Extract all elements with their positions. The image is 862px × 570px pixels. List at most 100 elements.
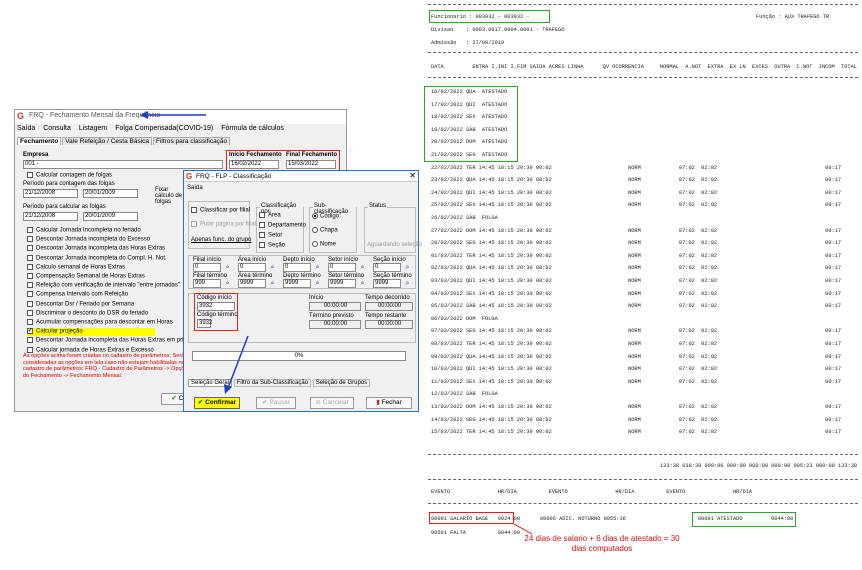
range-start-field[interactable]: 0	[328, 263, 356, 272]
classificacao-dialog: G FRQ - FLP - Classificação ✕ Saída Clas…	[183, 170, 422, 412]
status-group: Status Aguardando seleção	[364, 203, 422, 253]
tab-fechamento[interactable]: Fechamento	[17, 137, 62, 145]
divider	[428, 4, 858, 5]
setor-checkbox[interactable]: Setor	[259, 232, 282, 239]
option-checkbox[interactable]: Compensa Intervalo com Refeição	[27, 291, 128, 299]
binoculars-icon[interactable]: ⌕	[403, 263, 412, 272]
option-checkbox[interactable]: Descontar Jornada incompleta das Horas E…	[27, 337, 198, 345]
periodo-folgas-label: Período para contagem das folgas	[23, 181, 115, 187]
chapa-radio[interactable]: Chapa	[312, 227, 338, 234]
report-row: 11/03/2022 SEX 14:45 18:15 20:30 00:02 N…	[431, 378, 862, 385]
binoculars-icon[interactable]: ⌕	[268, 263, 277, 272]
report-row: 22/02/2022 TER 14:45 18:15 20:30 00:02 N…	[431, 164, 862, 171]
binoculars-icon[interactable]: ⌕	[313, 279, 322, 288]
report-row: 03/03/2022 QUI 14:45 18:15 20:30 00:02 N…	[431, 278, 862, 284]
option-checkbox[interactable]: ✔ Calcular projeção	[27, 328, 155, 337]
highlight-atestado-event	[692, 512, 796, 527]
calc-folgas-checkbox[interactable]: Calcular contagem de folgas	[27, 172, 112, 180]
funcao-line: Função : AUX TRAFEGO TR	[756, 14, 830, 20]
tab-strip: Fechamento Vale Refeição / Cesta Básica Fi…	[17, 137, 231, 147]
periodo-calc-to[interactable]: 20/01/2009	[83, 212, 138, 221]
dialog-title: FRQ - FLP - Classificação	[196, 173, 272, 180]
cancel-icon: ⊘	[315, 399, 321, 406]
divider	[428, 52, 858, 53]
secao-checkbox[interactable]: Seção	[259, 242, 285, 249]
periodo-folgas-from[interactable]: 21/12/2008	[23, 189, 78, 198]
option-checkbox[interactable]: Acumular compensações para descontar em …	[27, 319, 173, 327]
empresa-field[interactable]: 001 -	[23, 160, 223, 169]
divider	[428, 479, 858, 480]
tab-vale-refeicao[interactable]: Vale Refeição / Cesta Básica	[62, 137, 152, 145]
tempo-decorrido-value: 00:00:00	[365, 302, 413, 311]
tempo-restante-label: Tempo restante	[365, 313, 407, 319]
check-icon: ✔	[197, 399, 204, 406]
apenas-func-label: Apenas func. do grupo	[191, 237, 252, 243]
report-row: 25/02/2022 SEX 14:45 18:15 20:30 00:02 N…	[431, 202, 862, 209]
nome-radio[interactable]: Nome	[312, 241, 336, 248]
range-start-field[interactable]: 0	[373, 263, 401, 272]
filial-group: Classificar por filial Pular página por …	[188, 201, 256, 249]
binoculars-icon[interactable]: ⌕	[403, 279, 412, 288]
highlight-fechamento-dates	[226, 150, 340, 171]
binoculars-icon[interactable]: ⌕	[223, 279, 232, 288]
menu-item[interactable]: Listagem	[79, 125, 107, 132]
range-end-field[interactable]: 9999	[283, 279, 311, 288]
periodo-calc-from[interactable]: 21/12/2008	[23, 212, 78, 221]
range-end-field[interactable]: 999	[193, 279, 221, 288]
range-start-field[interactable]: 0	[193, 263, 221, 272]
close-icon[interactable]: ✕	[409, 171, 416, 180]
confirmar-button[interactable]: ✔ Confirmar	[194, 397, 240, 409]
binoculars-icon[interactable]: ⌕	[223, 263, 232, 272]
check-icon: ✔	[171, 395, 177, 402]
menu-item[interactable]: Folga Compensada(COVID-19)	[115, 125, 213, 132]
option-checkbox[interactable]: Refeição com verificação de intervalo "e…	[27, 282, 180, 290]
option-checkbox[interactable]: Calcular Jornada Incompleta no feriado	[27, 227, 141, 235]
pausar-button[interactable]: ✔ Pausar	[256, 397, 296, 409]
evento-adic-noturno: 00006 ADIC. NOTURNO 0055:36	[540, 516, 626, 522]
termino-previsto-label: Término previsto	[309, 313, 354, 319]
report-row: 14/03/2022 SEG 14:45 18:15 20:30 00:02 N…	[431, 416, 862, 423]
binoculars-icon[interactable]: ⌕	[313, 263, 322, 272]
option-checkbox[interactable]: Descontar Dsr / Feriado por Semana	[27, 300, 134, 309]
report-row: 09/03/2022 QUA 14:45 18:15 20:30 00:02 N…	[431, 353, 862, 360]
pular-pagina-checkbox[interactable]: Pular página por filial	[191, 221, 256, 228]
option-checkbox[interactable]: Discriminar o desconto do DSR do feriado	[27, 309, 148, 318]
menu-item[interactable]: Fórmula de cálculos	[221, 125, 284, 132]
range-start-field[interactable]: 0	[238, 263, 266, 272]
tab-filtros[interactable]: Filtros para classificação	[153, 137, 231, 145]
binoculars-icon[interactable]: ⌕	[268, 279, 277, 288]
range-end-field[interactable]: 9999	[238, 279, 266, 288]
cancelar-button[interactable]: ⊘ Cancelar	[310, 397, 354, 409]
evento-falta: 00501 FALTA 0044:00	[431, 530, 521, 536]
area-checkbox[interactable]: Área	[259, 212, 281, 219]
binoculars-icon[interactable]: ⌕	[358, 279, 367, 288]
binoculars-icon[interactable]: ⌕	[358, 263, 367, 272]
option-checkbox[interactable]: Compensação Semanal de Horas Extras	[27, 273, 145, 281]
divider	[428, 503, 858, 504]
departamento-checkbox[interactable]: Departamento	[259, 222, 306, 229]
option-checkbox[interactable]: Descontar Jornada incompleta das Horas E…	[27, 245, 165, 253]
option-checkbox[interactable]: Descontar Jornada incompleta do Compl. H…	[27, 254, 167, 263]
fechar-button[interactable]: ▮ Fechar	[366, 397, 412, 409]
codigo-radio[interactable]: Código	[312, 213, 339, 220]
parameters-note: As opções acima foram criadas no cadastr…	[23, 353, 191, 379]
range-end-field[interactable]: 9999	[373, 279, 401, 288]
pause-icon: ✔	[262, 399, 268, 406]
report-row: 10/03/2022 QUI 14:45 18:15 20:30 00:02 N…	[431, 366, 862, 373]
menu-item[interactable]: Saída	[17, 125, 35, 132]
periodo-folgas-to[interactable]: 20/01/2009	[83, 189, 138, 198]
tempo-decorrido-label: Tempo decorrido	[365, 295, 410, 301]
tempo-restante-value: 00:00:00	[365, 320, 413, 329]
divisao-line: Divisao : 0003.0017.0004.0001 - TRAFEGO	[431, 27, 565, 33]
report-row: 13/03/2022 DOM 14:45 18:15 20:30 00:02 N…	[431, 404, 862, 410]
range-start-field[interactable]: 0	[283, 263, 311, 272]
option-checkbox[interactable]: Descontar Jornada incompleta do Excesso	[27, 236, 150, 244]
option-checkbox[interactable]: Calculo semanal de Horas Extras	[27, 263, 125, 272]
classificar-filial-checkbox[interactable]: Classificar por filial	[191, 207, 250, 214]
tab-selecao-grupos[interactable]: Seleção de Grupos	[312, 379, 371, 387]
admissao-line: Admissão : 27/08/2019	[431, 40, 505, 46]
menu-item[interactable]: Consulta	[43, 125, 71, 132]
totals-line: 133:38 038:38 000:00 000:00 000:00 000:0…	[660, 463, 858, 469]
range-end-field[interactable]: 9999	[328, 279, 356, 288]
dialog-menu-saida[interactable]: Saída	[187, 185, 203, 191]
